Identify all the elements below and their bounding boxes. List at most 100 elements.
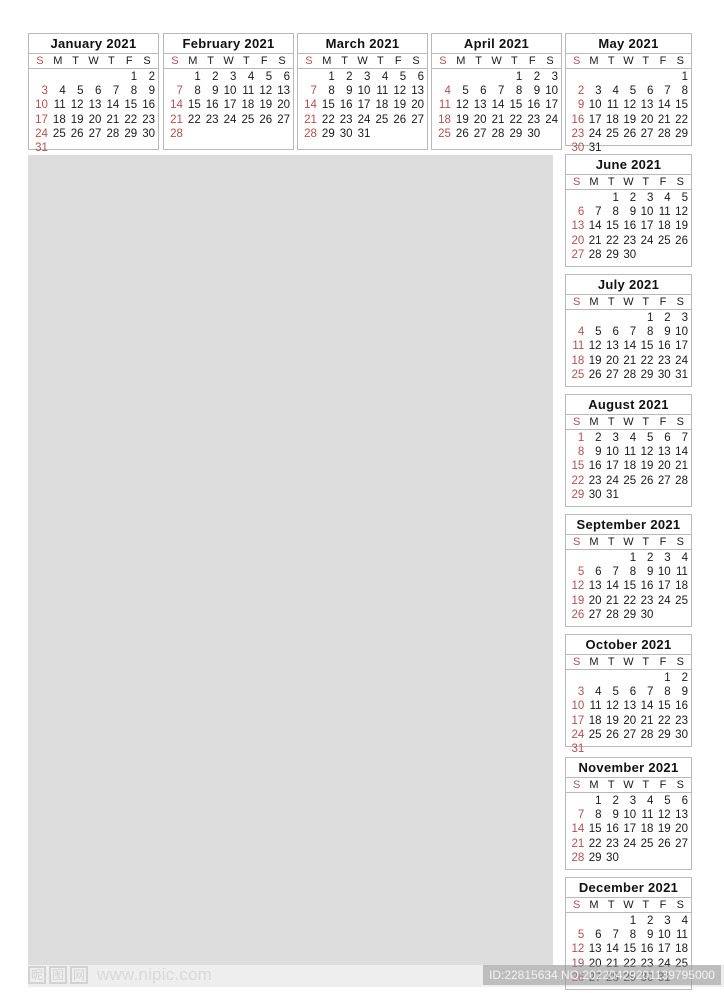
day-cell[interactable]: 4: [672, 914, 689, 928]
day-cell[interactable]: 1: [568, 431, 585, 445]
day-cell[interactable]: 14: [166, 98, 184, 112]
day-cell[interactable]: 18: [672, 942, 689, 956]
day-cell[interactable]: 24: [585, 127, 602, 141]
day-cell[interactable]: 19: [672, 219, 689, 233]
day-cell[interactable]: 16: [637, 942, 654, 956]
day-cell[interactable]: 10: [603, 445, 620, 459]
day-cell[interactable]: 19: [585, 354, 602, 368]
day-cell[interactable]: 4: [371, 70, 389, 84]
day-cell[interactable]: 11: [49, 98, 67, 112]
day-cell[interactable]: 14: [585, 219, 602, 233]
day-cell[interactable]: 3: [541, 70, 559, 84]
day-cell[interactable]: 18: [585, 714, 602, 728]
month-card[interactable]: July 2021 S M T W T F S 1 2 3 4 5 6 7 8 9 10 11 12 13 14 15 16 1…: [565, 274, 692, 387]
day-cell[interactable]: 25: [49, 127, 67, 141]
month-card[interactable]: September 2021 S M T W T F S 1 2 3 4 5 6 7 8 9 10 11 12 13 14…: [565, 514, 692, 627]
day-cell[interactable]: 30: [620, 248, 637, 262]
day-cell[interactable]: 23: [202, 113, 220, 127]
day-cell[interactable]: 15: [637, 339, 654, 353]
day-cell[interactable]: 2: [568, 84, 585, 98]
day-cell[interactable]: 6: [568, 205, 585, 219]
day-cell[interactable]: 6: [85, 84, 103, 98]
day-cell[interactable]: 16: [654, 339, 671, 353]
day-cell[interactable]: 9: [585, 445, 602, 459]
day-cell[interactable]: 21: [672, 459, 689, 473]
day-cell[interactable]: 1: [120, 70, 138, 84]
day-cell[interactable]: 8: [505, 84, 523, 98]
day-cell[interactable]: 21: [568, 837, 585, 851]
day-cell[interactable]: 13: [637, 98, 654, 112]
day-cell[interactable]: 14: [603, 579, 620, 593]
day-cell[interactable]: 24: [568, 728, 585, 742]
day-cell[interactable]: 9: [138, 84, 156, 98]
day-cell[interactable]: 28: [585, 248, 602, 262]
day-cell[interactable]: 6: [470, 84, 488, 98]
day-cell[interactable]: 2: [620, 191, 637, 205]
day-cell[interactable]: 18: [654, 219, 671, 233]
day-cell[interactable]: 9: [654, 325, 671, 339]
day-cell[interactable]: 10: [541, 84, 559, 98]
day-cell[interactable]: 23: [637, 594, 654, 608]
day-cell[interactable]: 23: [138, 113, 156, 127]
month-card[interactable]: May 2021 S M T W T F S 1 2 3 4 5 6 7 8 9 10 11 12 13 14 15 16 17…: [565, 33, 692, 154]
day-cell[interactable]: 10: [654, 565, 671, 579]
day-cell[interactable]: 17: [31, 113, 49, 127]
day-cell[interactable]: 7: [654, 84, 671, 98]
day-cell[interactable]: 3: [568, 685, 585, 699]
day-cell[interactable]: 2: [603, 794, 620, 808]
day-cell[interactable]: 20: [470, 113, 488, 127]
day-cell[interactable]: 13: [585, 942, 602, 956]
day-cell[interactable]: 19: [255, 98, 273, 112]
day-cell[interactable]: 23: [585, 474, 602, 488]
day-cell[interactable]: 16: [603, 822, 620, 836]
day-cell[interactable]: 4: [434, 84, 452, 98]
day-cell[interactable]: 8: [620, 565, 637, 579]
day-cell[interactable]: 13: [470, 98, 488, 112]
day-cell[interactable]: 30: [672, 728, 689, 742]
day-cell[interactable]: 3: [31, 84, 49, 98]
day-cell[interactable]: 25: [237, 113, 255, 127]
day-cell[interactable]: 24: [354, 113, 372, 127]
day-cell[interactable]: 27: [654, 474, 671, 488]
day-cell[interactable]: 3: [620, 794, 637, 808]
day-cell[interactable]: 7: [488, 84, 506, 98]
day-cell[interactable]: 31: [672, 368, 689, 382]
day-cell[interactable]: 17: [585, 113, 602, 127]
day-cell[interactable]: 4: [672, 551, 689, 565]
day-cell[interactable]: 2: [637, 551, 654, 565]
day-cell[interactable]: 25: [620, 474, 637, 488]
day-cell[interactable]: 19: [603, 714, 620, 728]
day-cell[interactable]: 26: [637, 474, 654, 488]
day-cell[interactable]: 9: [523, 84, 541, 98]
day-cell[interactable]: 7: [603, 565, 620, 579]
day-cell[interactable]: 28: [166, 127, 184, 141]
day-cell[interactable]: 5: [585, 325, 602, 339]
day-cell[interactable]: 3: [654, 914, 671, 928]
day-cell[interactable]: 7: [585, 205, 602, 219]
day-cell[interactable]: 1: [505, 70, 523, 84]
day-cell[interactable]: 12: [255, 84, 273, 98]
day-cell[interactable]: 22: [620, 594, 637, 608]
day-cell[interactable]: 14: [654, 98, 671, 112]
day-cell[interactable]: 14: [568, 822, 585, 836]
day-cell[interactable]: 14: [300, 98, 318, 112]
day-cell[interactable]: 11: [585, 699, 602, 713]
day-cell[interactable]: 10: [31, 98, 49, 112]
day-cell[interactable]: 24: [654, 594, 671, 608]
day-cell[interactable]: 6: [407, 70, 425, 84]
day-cell[interactable]: 29: [620, 608, 637, 622]
day-cell[interactable]: 4: [654, 191, 671, 205]
day-cell[interactable]: 5: [654, 794, 671, 808]
day-cell[interactable]: 30: [603, 851, 620, 865]
day-cell[interactable]: 12: [637, 445, 654, 459]
day-cell[interactable]: 1: [603, 191, 620, 205]
day-cell[interactable]: 11: [672, 565, 689, 579]
day-cell[interactable]: 9: [603, 808, 620, 822]
day-cell[interactable]: 2: [637, 914, 654, 928]
day-cell[interactable]: 20: [637, 113, 654, 127]
day-cell[interactable]: 9: [202, 84, 220, 98]
day-cell[interactable]: 24: [31, 127, 49, 141]
day-cell[interactable]: 6: [620, 685, 637, 699]
day-cell[interactable]: 16: [620, 219, 637, 233]
day-cell[interactable]: 17: [603, 459, 620, 473]
